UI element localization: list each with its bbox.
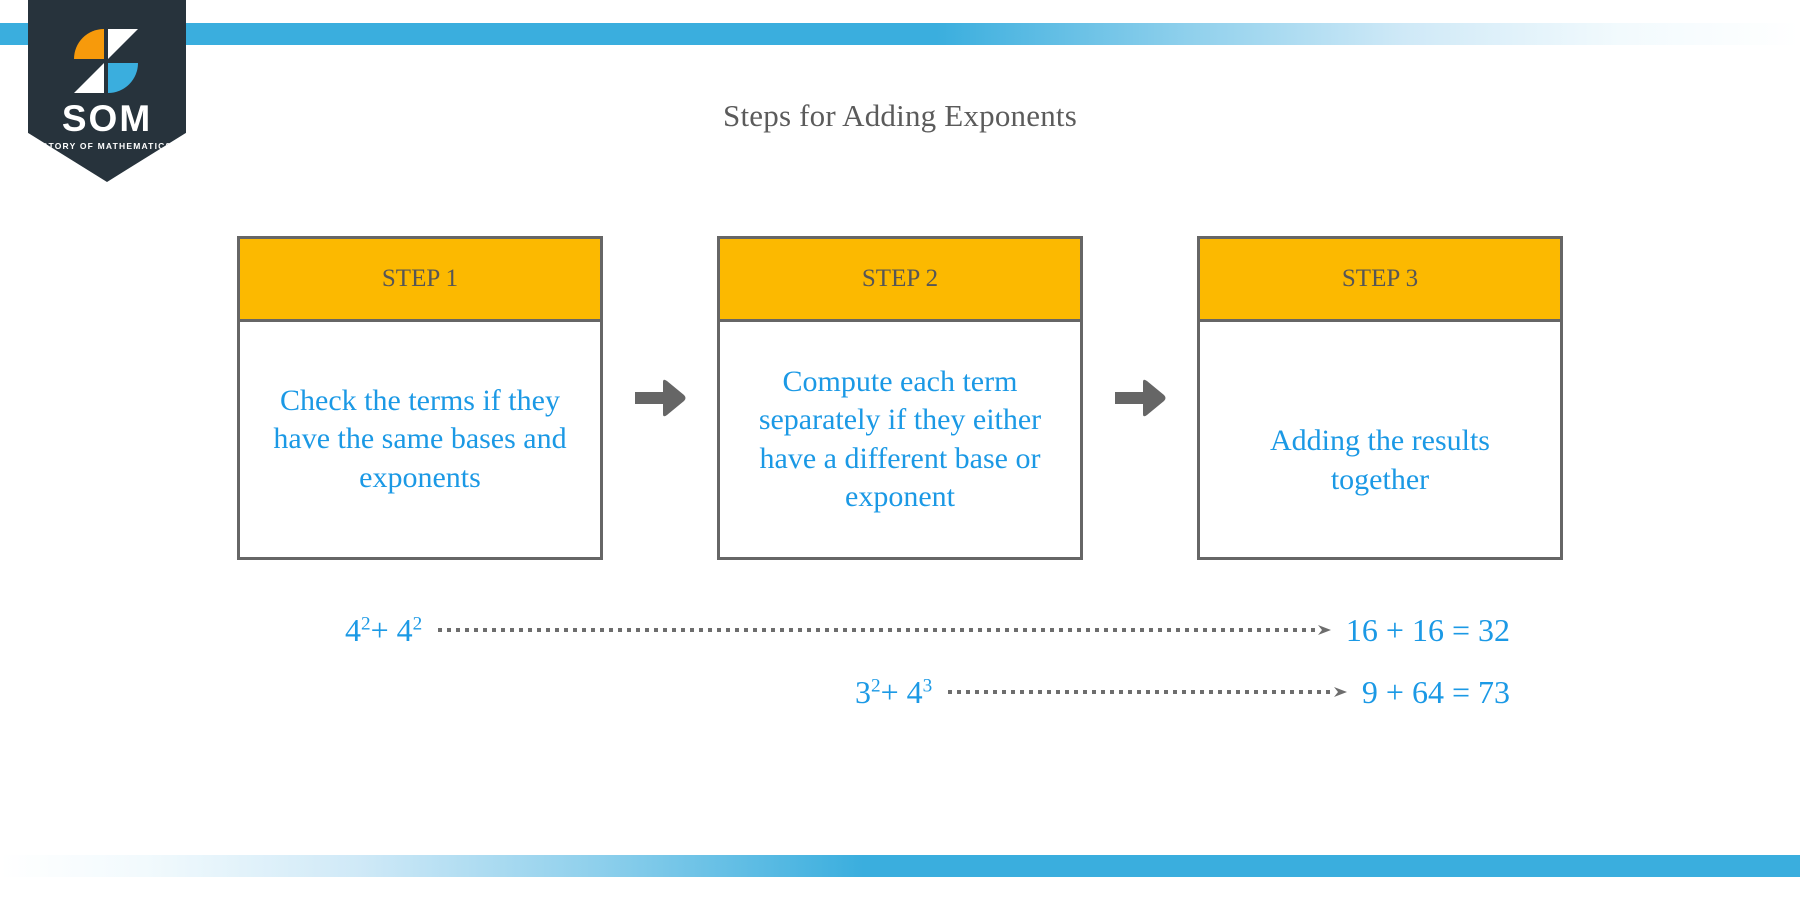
dotted-connector-2 <box>948 687 1348 697</box>
steps-flow: STEP 1 Check the terms if they have the … <box>237 236 1563 560</box>
example-1-base-2: 4 <box>396 612 413 648</box>
connector-1 <box>603 236 717 560</box>
dotted-connector-1 <box>438 625 1332 635</box>
bottom-accent-band <box>0 855 1800 877</box>
example-1-result: 16 + 16 = 32 <box>1345 612 1510 648</box>
slide-canvas: SOM STORY OF MATHEMATICS Steps for Addin… <box>0 0 1800 900</box>
dotted-line <box>438 628 1317 632</box>
example-1-exponent-1: 2 <box>361 613 371 635</box>
step-2-body: Compute each term separately if they eit… <box>758 364 1042 513</box>
example-2-exponent-1: 2 <box>871 675 881 697</box>
dotted-line <box>948 690 1333 694</box>
brand-tagline: STORY OF MATHEMATICS <box>41 141 173 151</box>
step-box-2: STEP 2 Compute each term separately if t… <box>717 236 1083 560</box>
connector-2 <box>1083 236 1197 560</box>
example-2-result: 9 + 64 = 73 <box>1361 674 1510 710</box>
example-1-operator: + <box>370 612 389 648</box>
top-accent-band <box>0 23 1800 45</box>
example-row-2: 32+ 43 9 + 64 = 73 <box>855 667 1510 717</box>
example-1-exponent-2: 2 <box>412 613 423 635</box>
right-arrow-icon <box>635 379 686 417</box>
example-1-expression: 42+ 42 <box>345 614 438 646</box>
step-box-3: STEP 3 Adding the results together <box>1197 236 1563 560</box>
som-logo-icon <box>70 25 142 97</box>
example-2-base-1: 3 <box>855 674 871 710</box>
example-2-base-2: 4 <box>906 674 923 710</box>
arrowhead-icon <box>1333 687 1347 697</box>
page-title: Steps for Adding Exponents <box>723 98 1077 133</box>
example-2-exponent-2: 3 <box>922 675 933 697</box>
step-1-body: Check the terms if they have the same ba… <box>273 383 567 494</box>
example-1-base-1: 4 <box>345 612 361 648</box>
example-2-operator: + <box>880 674 899 710</box>
example-2-expression: 32+ 43 <box>855 676 948 708</box>
example-row-1: 42+ 42 16 + 16 = 32 <box>345 605 1510 655</box>
step-2-header: STEP 2 <box>720 239 1080 322</box>
step-3-body: Adding the results together <box>1270 424 1490 496</box>
brand-ribbon: SOM STORY OF MATHEMATICS <box>28 0 186 182</box>
step-box-1: STEP 1 Check the terms if they have the … <box>237 236 603 560</box>
step-3-header: STEP 3 <box>1200 239 1560 322</box>
right-arrow-icon <box>1115 379 1166 417</box>
arrowhead-icon <box>1317 625 1331 635</box>
step-1-header: STEP 1 <box>240 239 600 322</box>
